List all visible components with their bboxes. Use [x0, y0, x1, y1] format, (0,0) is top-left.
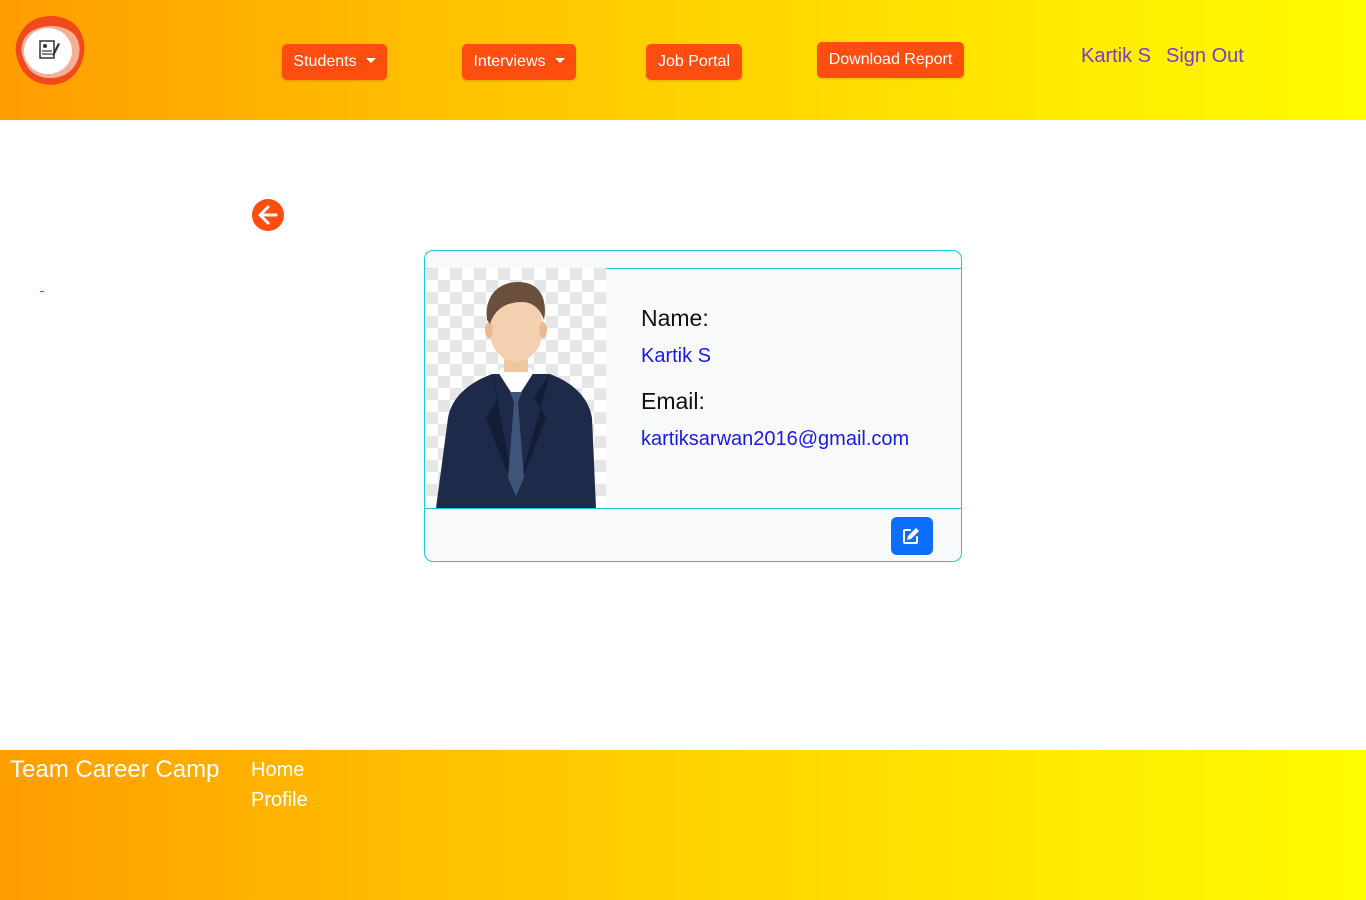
caret-down-icon — [554, 58, 565, 63]
top-navbar: Students Interviews Job Portal Download … — [0, 0, 1366, 120]
interviews-label: Interviews — [473, 53, 546, 70]
interviews-dropdown[interactable]: Interviews — [462, 44, 576, 80]
sign-out-link[interactable]: Sign Out — [1166, 45, 1244, 68]
user-name-link[interactable]: Kartik S — [1081, 45, 1151, 68]
footer-link-home[interactable]: Home — [251, 759, 304, 782]
students-dropdown[interactable]: Students — [282, 44, 387, 80]
empty-link[interactable] — [40, 281, 44, 292]
card-body: Name: Kartik S Email: kartiksarwan2016@g… — [425, 268, 961, 508]
edit-profile-button[interactable] — [891, 517, 933, 555]
profile-avatar — [426, 268, 606, 508]
job-portal-button[interactable]: Job Portal — [646, 44, 742, 80]
card-header — [425, 251, 961, 269]
name-label: Name: — [641, 305, 709, 331]
card-footer — [425, 508, 961, 563]
footer-link-profile[interactable]: Profile — [251, 789, 308, 812]
back-arrow-icon[interactable] — [252, 199, 284, 231]
businessman-avatar-image — [426, 268, 606, 508]
pencil-square-icon — [903, 528, 919, 544]
job-portal-label: Job Portal — [657, 53, 731, 70]
name-value: Kartik S — [641, 345, 712, 367]
footer: Team Career Camp Home Profile — [0, 750, 1366, 900]
students-label: Students — [293, 53, 357, 70]
profile-card: Name: Kartik S Email: kartiksarwan2016@g… — [424, 250, 962, 562]
download-report-label: Download Report — [828, 51, 953, 68]
caret-down-icon — [365, 58, 376, 63]
download-report-button[interactable]: Download Report — [817, 42, 964, 78]
logo-icon[interactable] — [14, 14, 86, 88]
email-value: kartiksarwan2016@gmail.com — [641, 428, 910, 450]
email-label: Email: — [641, 388, 705, 414]
footer-brand: Team Career Camp — [10, 756, 220, 783]
